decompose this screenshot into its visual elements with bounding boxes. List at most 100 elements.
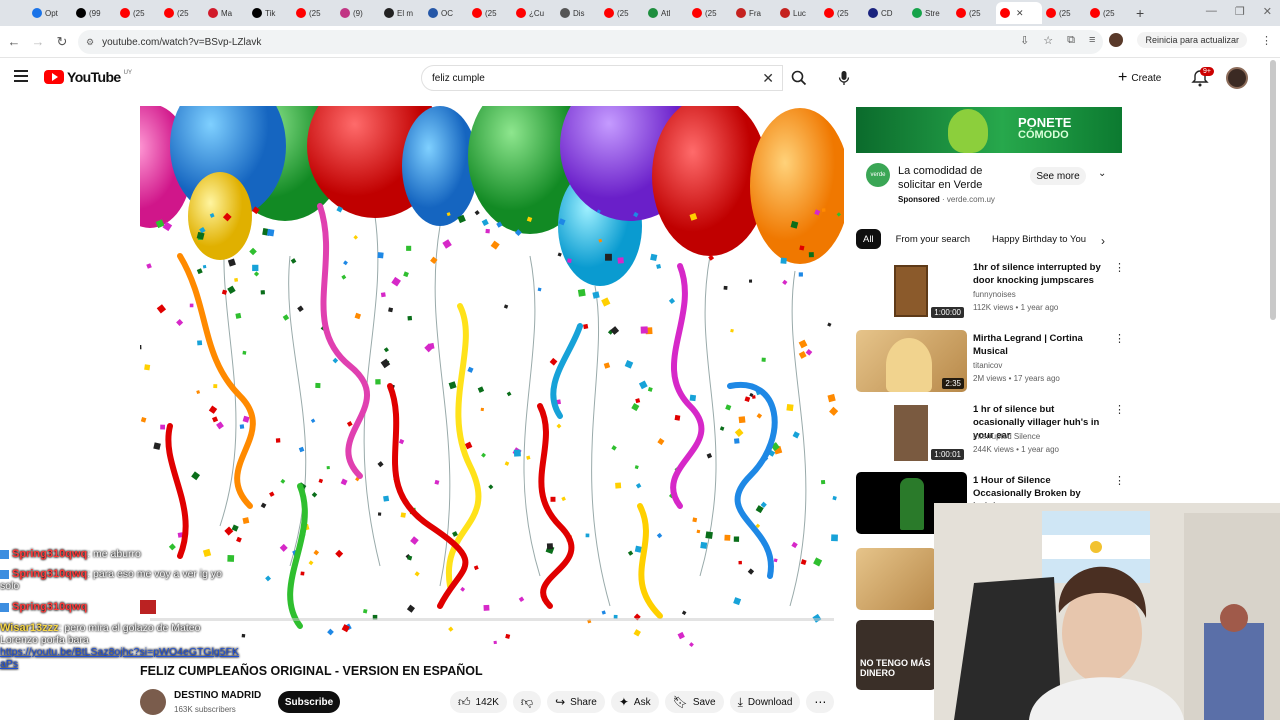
browser-tab[interactable]: (25 <box>1086 2 1130 24</box>
confetti-piece <box>557 252 562 257</box>
share-button[interactable]: ↪ Share <box>547 691 605 713</box>
recommendation-item[interactable]: 1:00:00 1hr of silence interrupted by do… <box>856 259 1125 323</box>
channel-avatar[interactable] <box>140 689 166 715</box>
browser-tab[interactable]: OC <box>424 2 468 24</box>
reading-list-icon[interactable]: ≡ <box>1089 34 1095 46</box>
search-input[interactable]: feliz cumple ✕ <box>421 65 783 91</box>
browser-tab[interactable]: (9) <box>336 2 380 24</box>
confetti-piece <box>407 315 413 321</box>
browser-tab[interactable]: CD <box>864 2 908 24</box>
browser-tab[interactable]: Dis <box>556 2 600 24</box>
recommendation-item[interactable]: 1:00:01 1 hr of silence but ocasionally … <box>856 401 1125 465</box>
close-window-button[interactable]: ✕ <box>1263 5 1272 18</box>
chip-happy-birthday[interactable]: Happy Birthday to You <box>985 229 1093 249</box>
more-actions-button[interactable]: ⋯ <box>806 691 835 713</box>
browser-menu-icon[interactable]: ⋮ <box>1261 34 1272 47</box>
profile-avatar[interactable] <box>1109 33 1124 47</box>
browser-tab[interactable]: Tik <box>248 2 292 24</box>
chevron-right-icon[interactable]: › <box>1101 234 1105 248</box>
browser-tab[interactable]: Stre <box>908 2 952 24</box>
ad-logo[interactable]: verde <box>866 163 890 187</box>
channel-name[interactable]: DESTINO MADRID <box>174 690 261 701</box>
close-tab-icon[interactable]: ✕ <box>1016 8 1024 19</box>
bookmark-star-icon[interactable]: ☆ <box>1043 34 1053 47</box>
browser-tab[interactable]: (25 <box>292 2 336 24</box>
chip-from-your-search[interactable]: From your search <box>889 229 977 249</box>
youtube-logo[interactable]: YouTube UY <box>44 69 132 85</box>
browser-tab[interactable]: Fra <box>732 2 776 24</box>
video-thumbnail[interactable]: 1:00:01 <box>856 401 967 463</box>
tab-favicon-icon <box>1000 8 1010 18</box>
new-tab-button[interactable]: + <box>1136 5 1144 21</box>
browser-tab[interactable]: El m <box>380 2 424 24</box>
sponsored-label: Sponsored <box>898 195 940 204</box>
browser-tab[interactable]: Opt <box>28 2 72 24</box>
site-info-icon[interactable]: ⚙ <box>86 37 94 48</box>
chevron-down-icon[interactable]: ⌄ <box>1098 168 1106 179</box>
video-thumbnail[interactable] <box>856 548 936 610</box>
browser-tab[interactable]: (99 <box>72 2 116 24</box>
more-vertical-icon[interactable]: ⋮ <box>1114 474 1125 487</box>
reload-button[interactable]: ↻ <box>50 34 74 50</box>
browser-tab[interactable]: ✕ <box>996 2 1042 24</box>
chip-all[interactable]: All <box>856 229 881 249</box>
back-button[interactable]: ← <box>2 34 26 49</box>
extensions-icon[interactable]: ⧉ <box>1067 34 1075 47</box>
browser-tab[interactable]: (25 <box>820 2 864 24</box>
dislike-button[interactable]: 👎︎ <box>512 691 542 713</box>
menu-icon[interactable] <box>14 70 28 82</box>
browser-tab[interactable]: ¿Cu <box>512 2 556 24</box>
youtube-play-icon <box>44 70 64 84</box>
minimize-button[interactable]: — <box>1206 5 1217 18</box>
browser-tab[interactable]: Atl <box>644 2 688 24</box>
browser-tab[interactable]: (25 <box>688 2 732 24</box>
see-more-button[interactable]: See more <box>1030 167 1086 185</box>
confetti <box>140 206 841 648</box>
voice-search-button[interactable] <box>832 65 856 91</box>
video-progress-bar[interactable] <box>150 618 834 621</box>
video-player[interactable] <box>140 106 844 654</box>
browser-tab[interactable]: (25 <box>116 2 160 24</box>
video-thumbnail[interactable]: 1:00:00 <box>856 259 967 321</box>
browser-tab[interactable]: Ma <box>204 2 248 24</box>
ad-banner-image[interactable]: PONETE CÓMODO <box>856 107 1122 153</box>
restore-button[interactable]: ❐ <box>1235 5 1245 18</box>
install-icon[interactable]: ⇩ <box>1020 34 1029 47</box>
tab-favicon-icon <box>736 8 746 18</box>
subscribe-button[interactable]: Subscribe <box>278 691 340 713</box>
toolbar-right: ⇩ ☆ ⧉ ≡ Reinicia para actualizar ⋮ <box>1020 32 1272 48</box>
download-button[interactable]: ⤓ Download <box>729 691 801 713</box>
video-thumbnail[interactable]: 2:35 <box>856 330 967 392</box>
clear-search-icon[interactable]: ✕ <box>762 70 774 87</box>
confetti-piece <box>483 604 490 611</box>
create-button[interactable]: + Create <box>1118 67 1161 89</box>
video-thumbnail[interactable]: NO TENGO MÁS DINERO <box>856 620 936 690</box>
address-bar[interactable]: ⚙ youtube.com/watch?v=BSvp-LZlavk <box>78 30 1103 54</box>
page-scrollbar[interactable] <box>1270 60 1276 320</box>
account-avatar[interactable] <box>1226 67 1248 89</box>
browser-tab[interactable]: (25 <box>600 2 644 24</box>
recommendation-item[interactable]: 2:35 Mirtha Legrand | Cortina Musical ti… <box>856 330 1125 394</box>
ask-button[interactable]: ✦ Ask <box>610 691 659 713</box>
browser-tab[interactable]: (25 <box>1042 2 1086 24</box>
tab-favicon-icon <box>824 8 834 18</box>
more-vertical-icon[interactable]: ⋮ <box>1114 261 1125 274</box>
confetti-piece <box>724 534 731 541</box>
confetti-piece <box>634 465 639 470</box>
browser-tab[interactable]: Luc <box>776 2 820 24</box>
relaunch-button[interactable]: Reinicia para actualizar <box>1137 32 1247 48</box>
browser-tab[interactable]: (25 <box>952 2 996 24</box>
forward-button[interactable]: → <box>26 34 50 49</box>
tab-favicon-icon <box>692 8 702 18</box>
save-button[interactable]: 🔖︎ Save <box>664 691 724 713</box>
ad-title[interactable]: La comodidad de solicitar en Verde <box>898 164 1008 192</box>
browser-tab[interactable]: (25 <box>160 2 204 24</box>
confetti-piece <box>738 560 742 565</box>
confetti-piece <box>805 348 813 356</box>
search-button[interactable] <box>783 65 815 91</box>
more-vertical-icon[interactable]: ⋮ <box>1114 403 1125 416</box>
more-vertical-icon[interactable]: ⋮ <box>1114 332 1125 345</box>
like-button[interactable]: 👍︎ 142K <box>450 691 507 713</box>
browser-tab[interactable]: (25 <box>468 2 512 24</box>
confetti-piece <box>513 449 521 457</box>
